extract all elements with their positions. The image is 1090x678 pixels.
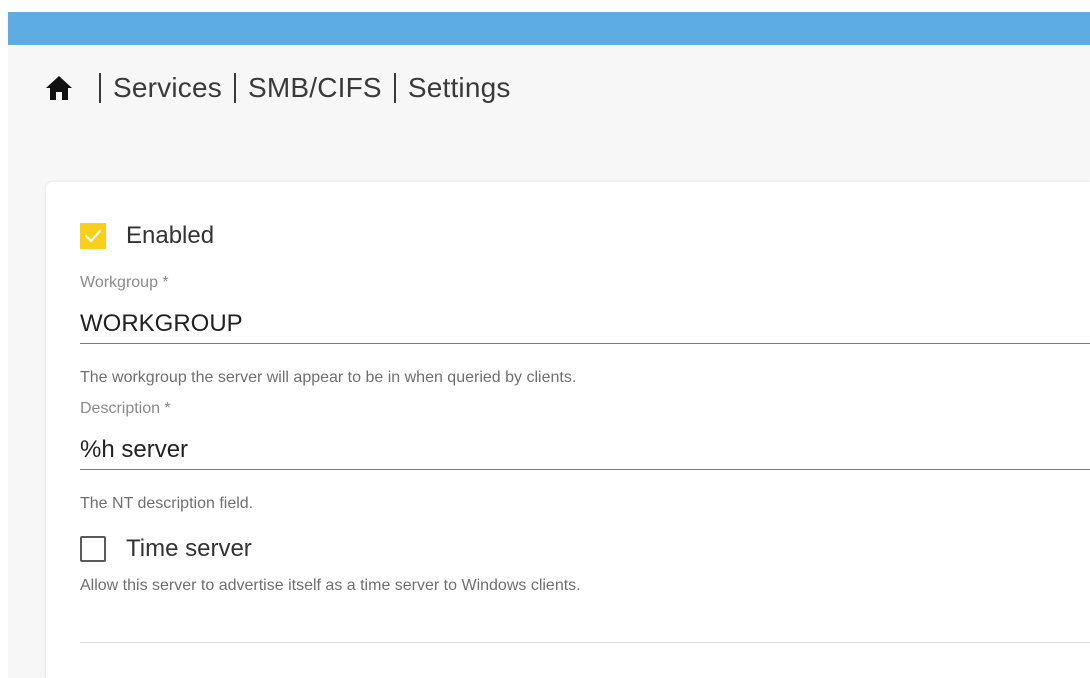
- breadcrumb-separator: [233, 73, 236, 103]
- settings-card: Enabled Workgroup * The workgroup the se…: [46, 182, 1090, 678]
- workgroup-hint: The workgroup the server will appear to …: [80, 369, 577, 386]
- description-input[interactable]: [80, 430, 1090, 470]
- top-margin: [0, 0, 1090, 12]
- breadcrumb: Services SMB/CIFS Settings: [45, 66, 511, 110]
- description-label: Description *: [80, 400, 171, 417]
- workgroup-input[interactable]: [80, 304, 1090, 344]
- breadcrumb-smb-cifs[interactable]: SMB/CIFS: [248, 72, 382, 104]
- checkmark-icon: [84, 229, 102, 243]
- breadcrumb-settings: Settings: [407, 72, 511, 103]
- description-hint: The NT description field.: [80, 495, 254, 512]
- time-server-hint: Allow this server to advertise itself as…: [80, 577, 581, 594]
- breadcrumb-separator: [393, 73, 396, 103]
- time-server-checkbox-row[interactable]: Time server: [80, 535, 252, 563]
- breadcrumb-separator: [99, 73, 101, 103]
- enabled-checkbox-row[interactable]: Enabled: [80, 222, 214, 250]
- breadcrumb-services[interactable]: Services: [113, 72, 222, 104]
- time-server-checkbox[interactable]: [80, 536, 106, 562]
- time-server-label: Time server: [126, 535, 252, 562]
- enabled-checkbox[interactable]: [80, 223, 106, 249]
- top-bar: [8, 12, 1090, 45]
- workgroup-label: Workgroup *: [80, 274, 169, 291]
- home-icon[interactable]: [45, 75, 73, 101]
- enabled-label: Enabled: [126, 222, 215, 249]
- divider: [80, 642, 1090, 643]
